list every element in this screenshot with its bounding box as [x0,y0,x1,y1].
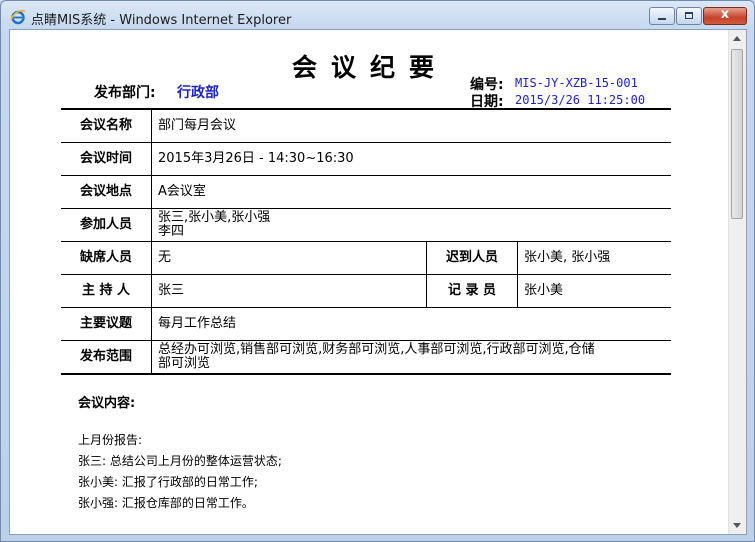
host-label: 主 持 人 [61,274,152,308]
absent-value: 无 [151,241,427,275]
attend-line: 李四 [158,224,185,239]
table-row: 主 持 人 张三 记 录 员 张小美 [61,274,671,308]
name-value: 部门每月会议 [151,108,671,143]
place-label: 会议地点 [61,175,152,209]
number-value: MIS-JY-XZB-15-001 [515,76,638,90]
scroll-down-icon[interactable] [729,517,745,534]
title-bar[interactable]: 点睛MIS系统 - Windows Internet Explorer x [1,1,754,29]
late-value: 张小美, 张小强 [517,241,671,275]
scope-label: 发布范围 [61,340,152,375]
recorder-value: 张小美 [517,274,671,308]
content-line: 张小强: 汇报仓库部的日常工作。 [78,496,254,510]
scope-line: 部可浏览 [158,356,211,371]
attend-line: 张三,张小美,张小强 [158,210,271,225]
table-row: 主要议题 每月工作总结 [61,307,671,341]
ie-window: 点睛MIS系统 - Windows Internet Explorer x 会议… [0,0,755,542]
vertical-scrollbar[interactable] [728,30,746,534]
close-button[interactable]: x [703,7,747,25]
content-label: 会议内容: [78,396,136,411]
page-viewport: 会议纪要 发布部门: 行政部 编号: MIS-JY-XZB-15-001 日期:… [9,29,747,535]
table-row: 会议地点 A会议室 [61,175,671,209]
content-line: 上月份报告: [78,433,143,447]
scope-line: 总经办可浏览,销售部可浏览,财务部可浏览,人事部可浏览,行政部可浏览,仓储 [158,342,595,357]
topic-label: 主要议题 [61,307,152,341]
place-value: A会议室 [151,175,671,209]
time-label: 会议时间 [61,142,152,176]
minutes-table: 会议名称 部门每月会议 会议时间 2015年3月26日 - 14:30~16:3… [61,108,671,375]
close-icon: x [720,7,730,22]
name-label: 会议名称 [61,108,152,143]
scroll-thumb[interactable] [731,49,743,219]
dept-label: 发布部门: [94,85,156,101]
minimize-button[interactable] [649,7,675,25]
window-title: 点睛MIS系统 - Windows Internet Explorer [31,13,292,28]
dept-value: 行政部 [177,85,219,101]
late-label: 迟到人员 [426,241,518,275]
attend-label: 参加人员 [61,208,152,242]
host-value: 张三 [151,274,427,308]
table-row: 参加人员 张三,张小美,张小强 李四 [61,208,671,242]
date-value: 2015/3/26 11:25:00 [515,93,646,107]
table-row: 会议时间 2015年3月26日 - 14:30~16:30 [61,142,671,176]
recorder-label: 记 录 员 [426,274,518,308]
scroll-up-icon[interactable] [729,30,745,47]
time-value: 2015年3月26日 - 14:30~16:30 [151,142,671,176]
attend-value: 张三,张小美,张小强 李四 [151,208,671,242]
absent-label: 缺席人员 [61,241,152,275]
maximize-button[interactable] [676,7,702,25]
table-row: 会议名称 部门每月会议 [61,108,671,143]
table-row: 发布范围 总经办可浏览,销售部可浏览,财务部可浏览,人事部可浏览,行政部可浏览,… [61,340,671,375]
content-line: 张小美: 汇报了行政部的日常工作; [78,475,258,489]
topic-value: 每月工作总结 [151,307,671,341]
table-row: 缺席人员 无 迟到人员 张小美, 张小强 [61,241,671,275]
internet-explorer-icon [10,9,26,25]
scope-value: 总经办可浏览,销售部可浏览,财务部可浏览,人事部可浏览,行政部可浏览,仓储 部可… [151,340,671,375]
content-line: 张三: 总结公司上月份的整体运营状态; [78,454,282,468]
